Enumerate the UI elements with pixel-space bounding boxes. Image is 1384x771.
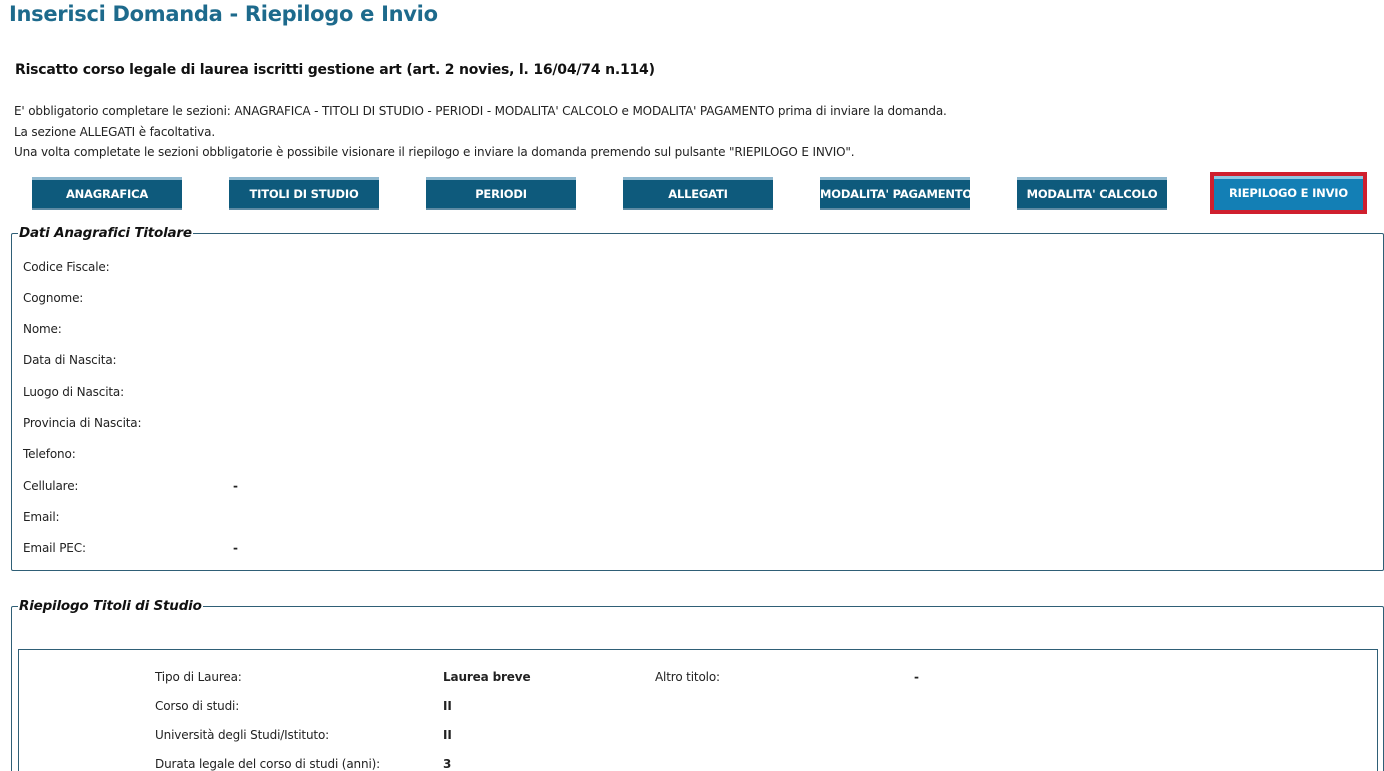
field-label: Provincia di Nascita:: [23, 416, 142, 430]
instruction-line-2: La sezione ALLEGATI è facoltativa.: [14, 124, 216, 139]
durata-label: Durata legale del corso di studi (anni):: [155, 757, 381, 771]
titoli-section: Riepilogo Titoli di Studio Tipo di Laure…: [11, 598, 1384, 771]
tipo-laurea-label: Tipo di Laurea:: [155, 670, 242, 684]
page-subtitle: Riscatto corso legale di laurea iscritti…: [15, 62, 655, 78]
nav-riepilogo-button[interactable]: RIEPILOGO E INVIO: [1210, 172, 1367, 214]
field-value: -: [233, 541, 238, 555]
field-nome: Nome:: [23, 322, 62, 336]
durata-value: 3: [443, 757, 452, 771]
field-data-nascita: Data di Nascita:: [23, 353, 117, 367]
universita-value: II: [443, 728, 452, 742]
titoli-table: Tipo di Laurea: Laurea breve Altro titol…: [18, 649, 1378, 771]
nav-anagrafica-button[interactable]: ANAGRAFICA: [32, 177, 182, 210]
field-label: Cognome:: [23, 291, 84, 305]
nav-allegati-button[interactable]: ALLEGATI: [623, 177, 773, 210]
field-luogo-nascita: Luogo di Nascita:: [23, 385, 124, 399]
instruction-line-1: E' obbligatorio completare le sezioni: A…: [14, 104, 947, 118]
nav-periodi-button[interactable]: PERIODI: [426, 177, 576, 210]
field-label: Email:: [23, 510, 60, 524]
field-cellulare: Cellulare: -: [23, 479, 238, 493]
instruction-line-3: Una volta completate le sezioni obbligat…: [14, 145, 855, 159]
field-label: Nome:: [23, 322, 62, 336]
field-label: Email PEC:: [23, 541, 86, 555]
nav-calcolo-button[interactable]: MODALITA' CALCOLO: [1017, 177, 1167, 210]
field-label: Codice Fiscale:: [23, 260, 110, 274]
field-label: Cellulare:: [23, 479, 79, 493]
anagrafici-legend: Dati Anagrafici Titolare: [18, 225, 193, 241]
universita-label: Università degli Studi/Istituto:: [155, 728, 330, 742]
titoli-legend: Riepilogo Titoli di Studio: [18, 598, 203, 614]
field-email-pec: Email PEC: -: [23, 541, 238, 555]
field-value: -: [233, 479, 238, 493]
instructions: E' obbligatorio completare le sezioni: A…: [14, 101, 947, 163]
corso-studi-label: Corso di studi:: [155, 699, 240, 713]
field-codice-fiscale: Codice Fiscale:: [23, 260, 110, 274]
nav-pagamento-button[interactable]: MODALITA' PAGAMENTO: [820, 177, 972, 210]
altro-titolo-label: Altro titolo:: [655, 670, 720, 684]
field-label: Telefono:: [23, 447, 76, 461]
page: Inserisci Domanda - Riepilogo e Invio Ri…: [0, 0, 1384, 771]
field-cognome: Cognome:: [23, 291, 83, 305]
field-label: Data di Nascita:: [23, 353, 117, 367]
corso-studi-value: II: [443, 699, 452, 713]
nav-riepilogo-label: RIEPILOGO E INVIO: [1214, 176, 1363, 210]
nav-titoli-button[interactable]: TITOLI DI STUDIO: [229, 177, 379, 210]
tipo-laurea-value: Laurea breve: [443, 670, 531, 684]
field-provincia-nascita: Provincia di Nascita:: [23, 416, 142, 430]
page-title: Inserisci Domanda - Riepilogo e Invio: [9, 2, 438, 26]
field-email: Email:: [23, 510, 60, 524]
field-label: Luogo di Nascita:: [23, 385, 125, 399]
altro-titolo-value: -: [914, 670, 919, 684]
anagrafici-section: Dati Anagrafici Titolare Codice Fiscale:…: [11, 225, 1384, 571]
field-telefono: Telefono:: [23, 447, 76, 461]
